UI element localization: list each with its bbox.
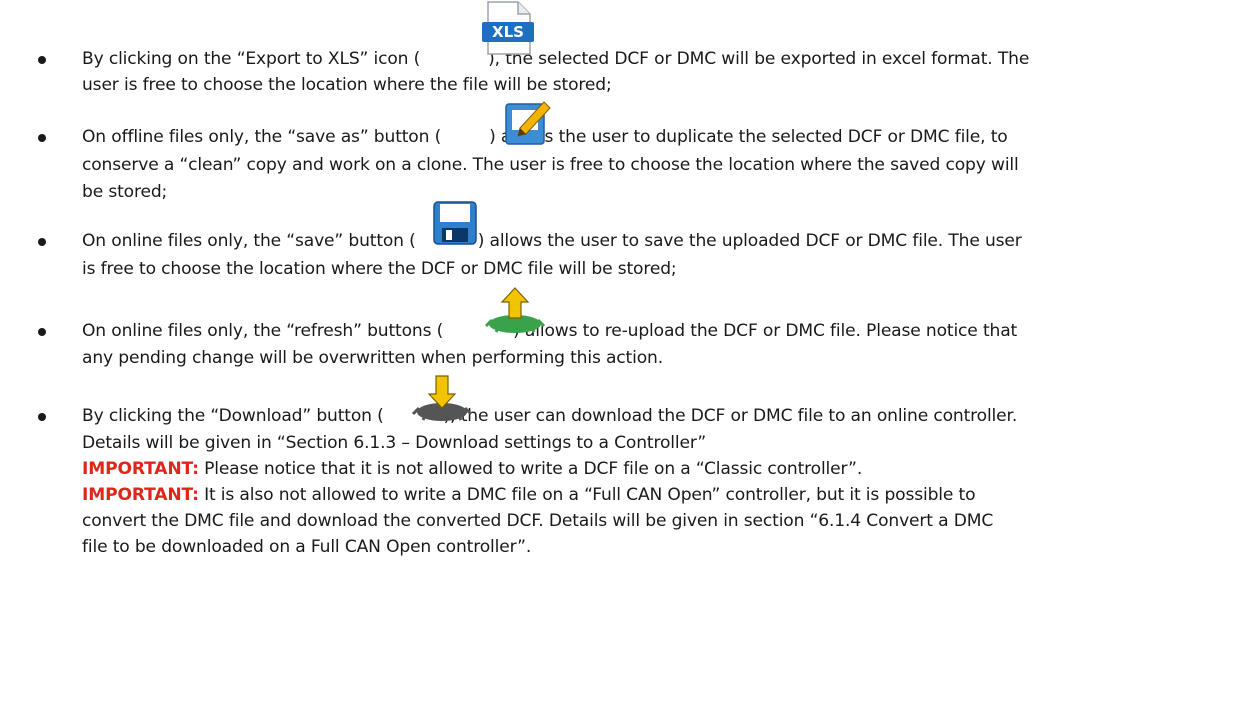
item-1-line-2: user is free to choose the location wher…	[82, 75, 612, 95]
item-5-line-1: By clicking the “Download” button (), th…	[82, 406, 1018, 426]
item-3-line-2: is free to choose the location where the…	[82, 259, 677, 279]
item-5-line-2: Details will be given in “Section 6.1.3 …	[82, 433, 707, 453]
important-2-line-2: convert the DMC file and download the co…	[82, 511, 994, 531]
bullet-2	[38, 134, 46, 142]
floppy-disk-icon	[432, 200, 478, 246]
item-3-line-1: On online files only, the “save” button …	[82, 231, 1022, 251]
save-as-pencil-icon	[504, 98, 552, 146]
item-1-line-1: By clicking on the “Export to XLS” icon …	[82, 49, 1030, 69]
bullet-5	[38, 413, 46, 421]
bullet-1	[38, 56, 46, 64]
document-page: By clicking on the “Export to XLS” icon …	[0, 0, 1258, 701]
important-1: IMPORTANT: Please notice that it is not …	[82, 459, 863, 479]
important-2-line-3: file to be downloaded on a Full CAN Open…	[82, 537, 532, 557]
important-label: IMPORTANT:	[82, 459, 199, 479]
bullet-3	[38, 238, 46, 246]
chip-upload-icon	[484, 284, 546, 336]
item-4-line-1: On online files only, the “refresh” butt…	[82, 321, 1018, 341]
svg-text:XLS: XLS	[492, 23, 524, 41]
important-label: IMPORTANT:	[82, 485, 199, 505]
item-4-line-2: any pending change will be overwritten w…	[82, 348, 663, 368]
bullet-4	[38, 328, 46, 336]
item-2-line-2: conserve a “clean” copy and work on a cl…	[82, 155, 1019, 175]
xls-file-icon: XLS	[470, 0, 542, 56]
item-2-line-3: be stored;	[82, 182, 168, 202]
important-2: IMPORTANT: It is also not allowed to wri…	[82, 485, 976, 505]
chip-download-icon	[411, 372, 473, 424]
